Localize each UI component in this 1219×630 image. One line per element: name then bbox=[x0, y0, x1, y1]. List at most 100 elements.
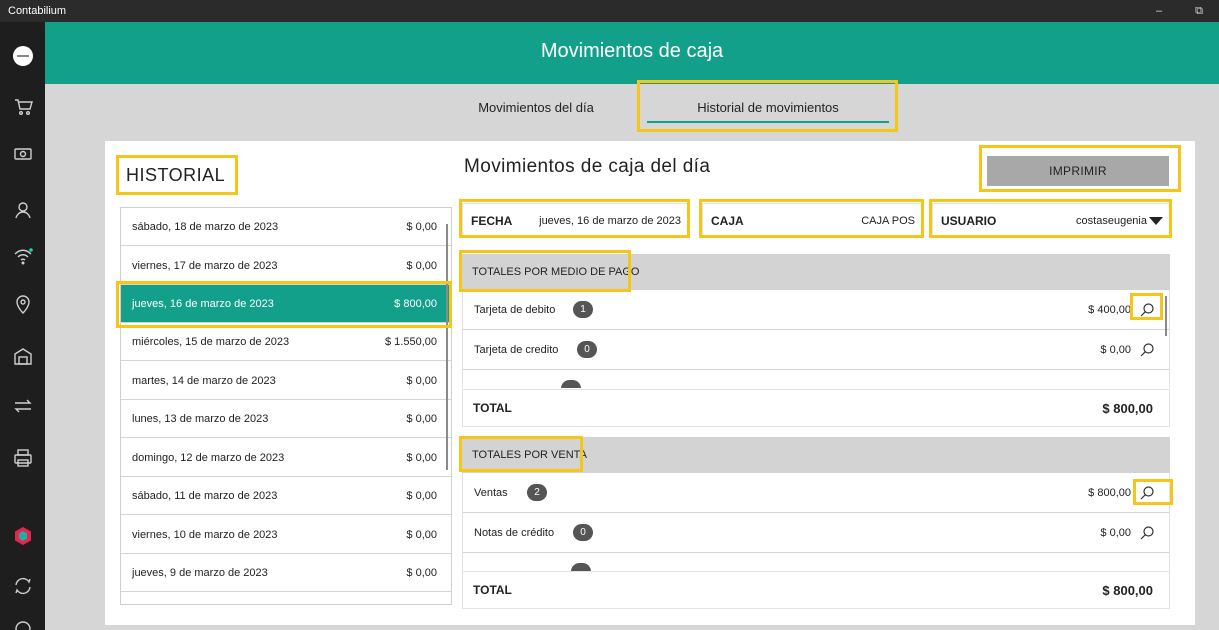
history-item-date: lunes, 13 de marzo de 2023 bbox=[132, 412, 269, 425]
fecha-field[interactable]: FECHA jueves, 16 de marzo de 2023 bbox=[462, 203, 688, 238]
fecha-value: jueves, 16 de marzo de 2023 bbox=[539, 214, 681, 227]
history-item-amount: $ 0,00 bbox=[406, 451, 437, 464]
history-item-amount: $ 0,00 bbox=[406, 412, 437, 425]
transfer-icon[interactable] bbox=[0, 388, 45, 424]
sales-list[interactable]: Ventas 2 $ 800,00 Notas de crédito 0 $ 0… bbox=[462, 473, 1170, 571]
history-item-date: jueves, 9 de marzo de 2023 bbox=[132, 566, 268, 579]
history-item[interactable]: miércoles, 15 de marzo de 2023 $ 1.550,0… bbox=[121, 323, 451, 361]
usuario-value: costaseugenia bbox=[1076, 214, 1147, 227]
restore-button[interactable]: ⧉ bbox=[1179, 0, 1219, 22]
count-badge: 2 bbox=[527, 484, 547, 501]
history-item[interactable]: lunes, 13 de marzo de 2023 $ 0,00 bbox=[121, 400, 451, 438]
minimize-button[interactable]: – bbox=[1139, 0, 1179, 22]
history-item[interactable]: domingo, 12 de marzo de 2023 $ 0,00 bbox=[121, 439, 451, 477]
payment-row-amount: $ 400,00 bbox=[1088, 303, 1131, 316]
sales-row-amount: $ 800,00 bbox=[1088, 486, 1131, 499]
sales-total-label: TOTAL bbox=[473, 583, 512, 597]
history-item-selected[interactable]: jueves, 16 de marzo de 2023 $ 800,00 bbox=[121, 285, 451, 323]
brand-icon[interactable] bbox=[0, 518, 45, 554]
tab-label: Movimientos del día bbox=[478, 99, 594, 115]
payment-row: Tarjeta de debito 1 $ 400,00 bbox=[463, 290, 1169, 330]
history-item-date: miércoles, 15 de marzo de 2023 bbox=[132, 335, 290, 348]
count-badge: 0 bbox=[573, 524, 593, 541]
usuario-select[interactable]: USUARIO costaseugenia bbox=[932, 203, 1170, 238]
search-icon[interactable] bbox=[1139, 485, 1155, 501]
wifi-icon[interactable] bbox=[0, 238, 45, 274]
sales-row-amount: $ 0,00 bbox=[1100, 526, 1131, 539]
history-item-amount: $ 0,00 bbox=[406, 374, 437, 387]
history-item-date: viernes, 17 de marzo de 2023 bbox=[132, 259, 278, 272]
more-icon[interactable] bbox=[0, 608, 45, 630]
history-item-amount: $ 0,00 bbox=[406, 489, 437, 502]
payment-total-label: TOTAL bbox=[473, 401, 512, 415]
sales-total-value: $ 800,00 bbox=[1102, 582, 1153, 598]
history-scrollbar[interactable] bbox=[446, 224, 448, 470]
sales-row-label: Notas de crédito bbox=[474, 526, 555, 539]
payment-row: Tarjeta de credito 0 $ 0,00 bbox=[463, 330, 1169, 370]
detail-title: Movimientos de caja del día bbox=[464, 156, 711, 177]
page-title: Movimientos de caja bbox=[540, 39, 724, 62]
sales-row: Notas de crédito 0 $ 0,00 bbox=[463, 513, 1169, 553]
tab-movimientos-del-dia[interactable]: Movimientos del día bbox=[448, 84, 624, 130]
sales-row-label: Ventas bbox=[474, 486, 508, 499]
usuario-label: USUARIO bbox=[941, 213, 997, 228]
location-icon[interactable] bbox=[0, 286, 45, 322]
usuario-value-wrap: costaseugenia bbox=[1076, 215, 1163, 227]
history-item-date: viernes, 10 de marzo de 2023 bbox=[132, 528, 278, 541]
search-icon[interactable] bbox=[1139, 525, 1155, 541]
count-badge: 0 bbox=[577, 341, 597, 358]
money-icon[interactable] bbox=[0, 136, 45, 172]
history-item-date: sábado, 11 de marzo de 2023 bbox=[132, 489, 278, 502]
search-icon[interactable] bbox=[1139, 342, 1155, 358]
fecha-label: FECHA bbox=[471, 213, 513, 228]
chevron-down-icon bbox=[1149, 216, 1163, 225]
history-item-amount: $ 0,00 bbox=[406, 528, 437, 541]
sales-section-header: TOTALES POR VENTA bbox=[462, 437, 1170, 473]
user-icon[interactable] bbox=[0, 192, 45, 228]
payment-row-partial bbox=[463, 370, 1169, 388]
store-icon[interactable] bbox=[0, 338, 45, 374]
history-item[interactable]: sábado, 18 de marzo de 2023 $ 0,00 bbox=[121, 208, 451, 246]
history-item[interactable]: sábado, 11 de marzo de 2023 $ 0,00 bbox=[121, 477, 451, 515]
search-icon[interactable] bbox=[1139, 302, 1155, 318]
payment-list[interactable]: Tarjeta de debito 1 $ 400,00 Tarjeta de … bbox=[462, 290, 1170, 388]
title-bar: Contabilium – ⧉ bbox=[0, 0, 1219, 22]
history-item-date: domingo, 12 de marzo de 2023 bbox=[132, 451, 285, 464]
page-header: Movimientos de caja bbox=[45, 22, 1219, 84]
printer-icon[interactable] bbox=[0, 440, 45, 476]
history-item-amount: $ 0,00 bbox=[406, 220, 437, 233]
history-item-date: martes, 14 de marzo de 2023 bbox=[132, 374, 276, 387]
tab-label: Historial de movimientos bbox=[697, 99, 839, 115]
print-button[interactable]: IMPRIMIR bbox=[987, 156, 1169, 186]
sidebar bbox=[0, 22, 45, 630]
history-item[interactable]: viernes, 17 de marzo de 2023 $ 0,00 bbox=[121, 247, 451, 285]
history-item-date: jueves, 16 de marzo de 2023 bbox=[132, 297, 274, 310]
count-badge bbox=[561, 380, 581, 388]
history-item-date: sábado, 18 de marzo de 2023 bbox=[132, 220, 279, 233]
history-item[interactable]: martes, 14 de marzo de 2023 $ 0,00 bbox=[121, 362, 451, 400]
tab-historial-de-movimientos[interactable]: Historial de movimientos bbox=[639, 84, 897, 130]
tab-bar: Movimientos del día Historial de movimie… bbox=[45, 84, 1219, 132]
sync-icon[interactable] bbox=[0, 568, 45, 604]
payment-total-value: $ 800,00 bbox=[1102, 400, 1153, 416]
caja-label: CAJA bbox=[711, 213, 744, 228]
payment-row-label: Tarjeta de credito bbox=[474, 343, 559, 356]
logo-icon[interactable] bbox=[0, 38, 45, 74]
history-item[interactable]: jueves, 9 de marzo de 2023 $ 0,00 bbox=[121, 554, 451, 592]
payment-total-row: TOTAL $ 800,00 bbox=[462, 389, 1170, 427]
caja-field[interactable]: CAJA CAJA POS bbox=[702, 203, 922, 238]
history-title: HISTORIAL bbox=[126, 164, 226, 185]
history-item[interactable]: viernes, 10 de marzo de 2023 $ 0,00 bbox=[121, 516, 451, 554]
history-item-amount: $ 800,00 bbox=[394, 297, 437, 310]
sales-row: Ventas 2 $ 800,00 bbox=[463, 473, 1169, 513]
caja-value: CAJA POS bbox=[861, 214, 915, 227]
payment-scrollbar[interactable] bbox=[1165, 296, 1167, 336]
payment-row-amount: $ 0,00 bbox=[1100, 343, 1131, 356]
cart-icon[interactable] bbox=[0, 88, 45, 124]
payment-section-header: TOTALES POR MEDIO DE PAGO bbox=[462, 254, 1170, 290]
history-item-amount: $ 1.550,00 bbox=[385, 335, 437, 348]
sales-row-partial bbox=[463, 553, 1169, 571]
count-badge bbox=[571, 563, 591, 571]
history-list[interactable]: sábado, 18 de marzo de 2023 $ 0,00 viern… bbox=[120, 207, 452, 605]
history-item-amount: $ 0,00 bbox=[406, 259, 437, 272]
